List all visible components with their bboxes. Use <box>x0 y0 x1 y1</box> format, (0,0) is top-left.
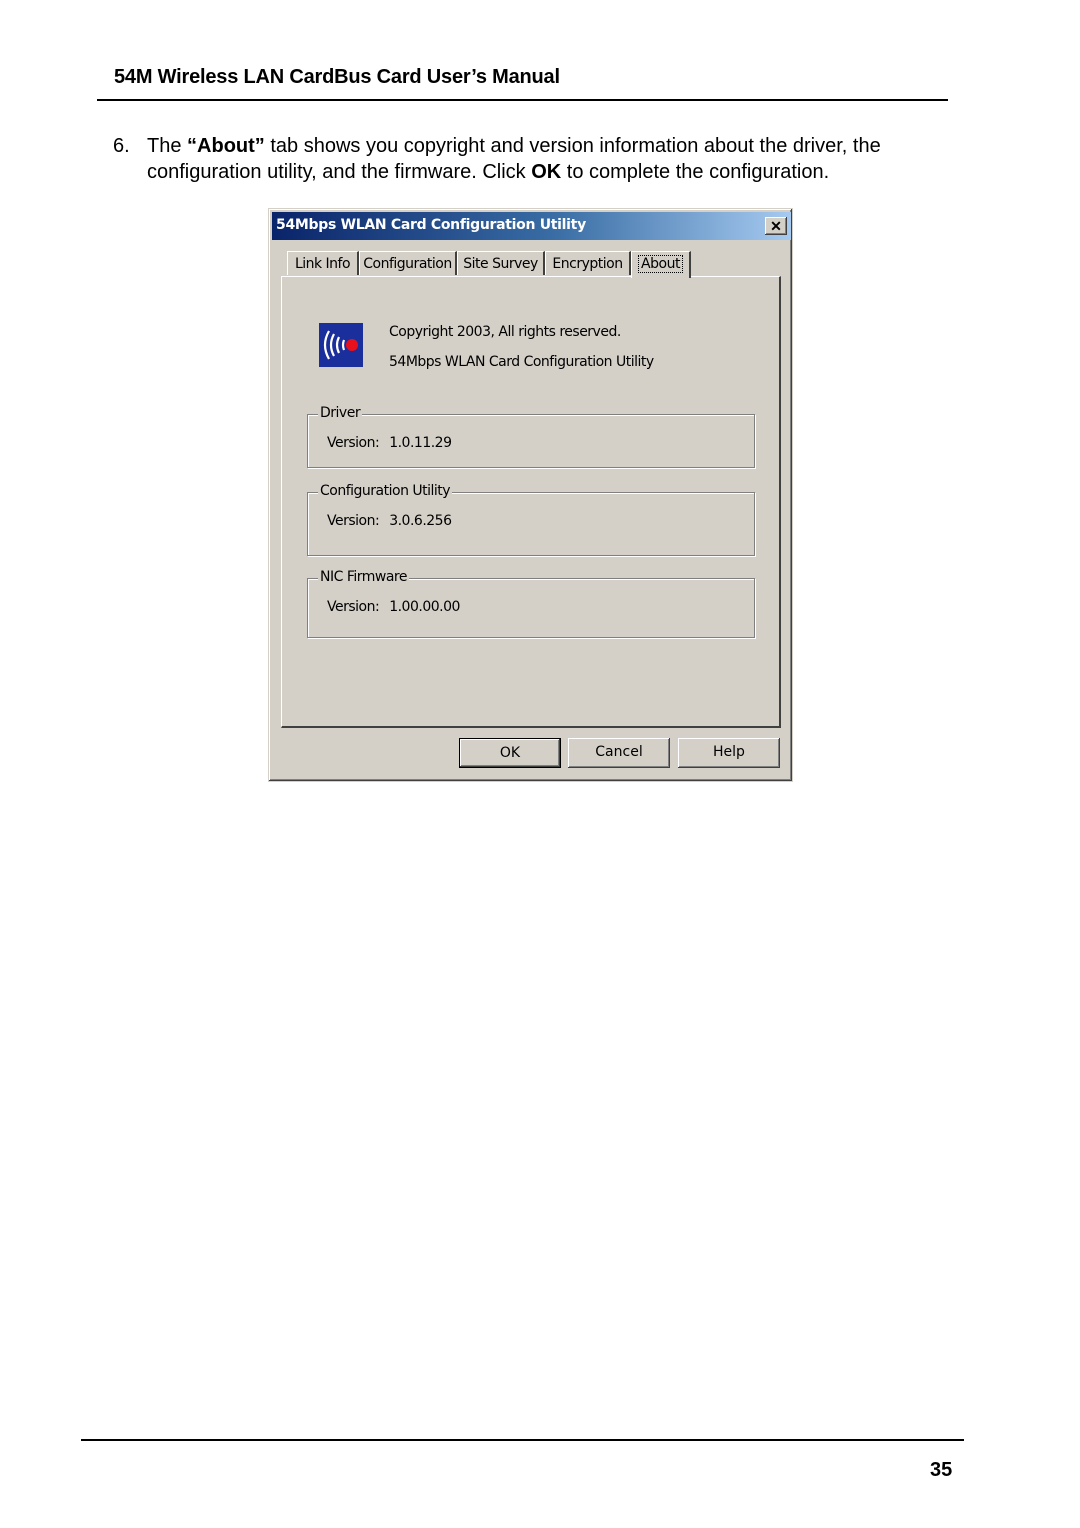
header-rule <box>97 99 948 101</box>
config-utility-version-value: 3.0.6.256 <box>389 513 452 529</box>
manual-header-title: 54M Wireless LAN CardBus Card User’s Man… <box>114 66 560 88</box>
step-text-ok-bold: OK <box>531 161 562 183</box>
step-number: 6. <box>113 135 130 157</box>
close-button[interactable]: ✕ <box>765 217 787 235</box>
tab-encryption[interactable]: Encryption <box>545 251 631 275</box>
config-utility-dialog: 54Mbps WLAN Card Configuration Utility ✕… <box>268 208 793 782</box>
driver-version-label: Version: <box>327 435 380 451</box>
driver-version-value: 1.0.11.29 <box>389 435 452 451</box>
help-button[interactable]: Help <box>678 738 780 768</box>
driver-group-legend: Driver <box>318 405 363 421</box>
tab-about-label: About <box>638 255 683 273</box>
config-utility-group: Configuration Utility Version: 3.0.6.256 <box>307 483 755 556</box>
nic-firmware-version-row: Version: 1.00.00.00 <box>327 599 460 615</box>
footer-rule <box>81 1439 964 1441</box>
wireless-logo-icon <box>319 323 363 367</box>
product-name-text: 54Mbps WLAN Card Configuration Utility <box>389 354 654 370</box>
nic-firmware-version-label: Version: <box>327 599 380 615</box>
config-utility-version-row: Version: 3.0.6.256 <box>327 513 452 529</box>
driver-version-row: Version: 1.0.11.29 <box>327 435 452 451</box>
config-utility-group-legend: Configuration Utility <box>318 483 453 499</box>
nic-firmware-group-legend: NIC Firmware <box>318 569 409 585</box>
page-number: 35 <box>930 1459 953 1481</box>
step-text-part: The <box>147 135 188 157</box>
tab-link-info[interactable]: Link Info <box>287 251 359 275</box>
nic-firmware-group: NIC Firmware Version: 1.00.00.00 <box>307 569 755 638</box>
step-text-part: to complete the configuration. <box>561 161 830 183</box>
tab-about[interactable]: About <box>631 251 691 278</box>
dialog-title: 54Mbps WLAN Card Configuration Utility <box>276 217 586 233</box>
dialog-titlebar[interactable]: 54Mbps WLAN Card Configuration Utility ✕ <box>272 212 791 240</box>
close-icon: ✕ <box>770 218 782 234</box>
tab-configuration[interactable]: Configuration <box>359 251 457 275</box>
cancel-button[interactable]: Cancel <box>568 738 670 768</box>
ok-button[interactable]: OK <box>459 738 561 768</box>
config-utility-version-label: Version: <box>327 513 380 529</box>
step-text: The “About” tab shows you copyright and … <box>147 133 957 185</box>
driver-group: Driver Version: 1.0.11.29 <box>307 405 755 468</box>
copyright-text: Copyright 2003, All rights reserved. <box>389 324 621 340</box>
nic-firmware-version-value: 1.00.00.00 <box>389 599 460 615</box>
step-text-about-bold: “About” <box>187 135 265 157</box>
tab-site-survey[interactable]: Site Survey <box>457 251 545 275</box>
